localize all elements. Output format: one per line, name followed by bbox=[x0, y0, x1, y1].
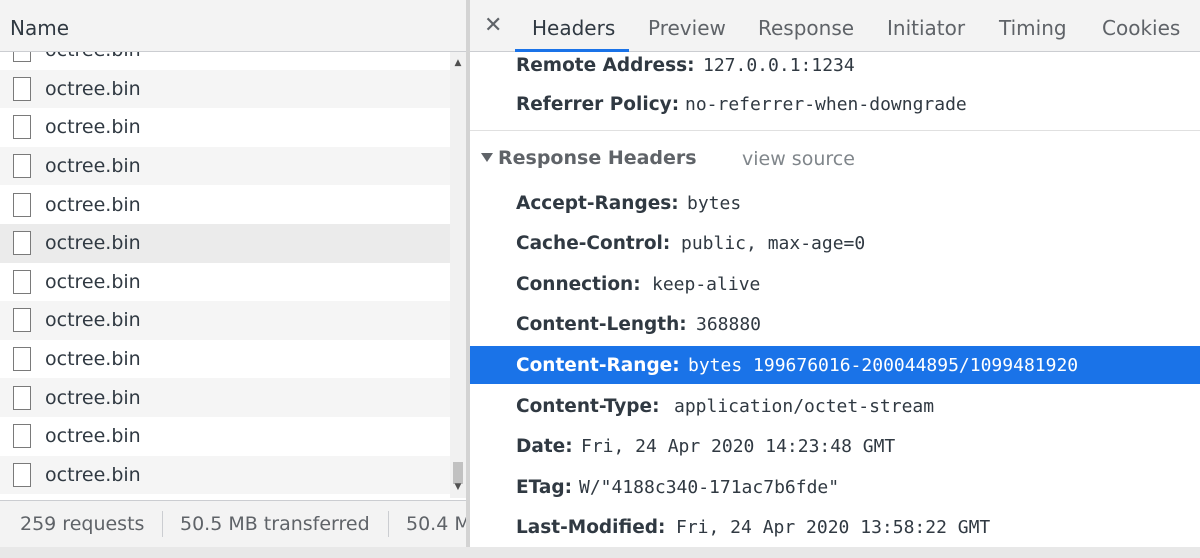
file-name: octree.bin bbox=[45, 193, 141, 216]
transferred-size: 50.5 MB transferred bbox=[180, 513, 370, 535]
resources-size: 50.4 MB resources bbox=[406, 513, 466, 535]
header-value: 368880 bbox=[696, 314, 762, 336]
file-name: octree.bin bbox=[45, 116, 141, 139]
list-scrollbar[interactable]: ▲ ▼ bbox=[450, 52, 466, 498]
scroll-down-arrow-icon[interactable]: ▼ bbox=[450, 479, 466, 495]
response-header-row[interactable]: Accept-Ranges: bytes bbox=[470, 184, 1200, 222]
file-icon bbox=[13, 115, 31, 140]
footer-divider bbox=[162, 511, 163, 537]
list-item[interactable]: octree.bin bbox=[0, 262, 450, 302]
request-details-pane: ✕ Headers Preview Response Initiator Tim… bbox=[470, 0, 1200, 547]
file-icon bbox=[13, 269, 31, 294]
file-icon bbox=[13, 154, 31, 179]
tab-initiator[interactable]: Initiator bbox=[887, 16, 965, 40]
list-item[interactable]: octree.bin bbox=[0, 301, 450, 340]
response-header-row[interactable]: Connection: keep-alive bbox=[470, 265, 1200, 303]
file-name: octree.bin bbox=[45, 232, 141, 255]
header-key: Accept-Ranges: bbox=[516, 192, 679, 214]
scroll-up-arrow-icon[interactable]: ▲ bbox=[450, 55, 466, 71]
list-item[interactable]: octree.bin bbox=[0, 185, 450, 224]
response-header-row[interactable]: ETag: W/"4188c340-171ac7b6fde" bbox=[470, 468, 1200, 506]
header-value: public, max-age=0 bbox=[681, 233, 866, 255]
header-value: 127.0.0.1:1234 bbox=[703, 54, 855, 76]
header-value: Fri, 24 Apr 2020 13:58:22 GMT bbox=[676, 517, 991, 539]
tab-cookies[interactable]: Cookies bbox=[1102, 16, 1180, 40]
header-value: bytes 199676016-200044895/1099481920 bbox=[688, 354, 1079, 376]
tab-preview[interactable]: Preview bbox=[648, 16, 726, 40]
file-name: octree.bin bbox=[45, 309, 141, 332]
list-item[interactable]: octree.bin bbox=[0, 224, 450, 263]
header-key: Remote Address: bbox=[516, 54, 695, 76]
header-key: Connection: bbox=[516, 273, 641, 295]
response-header-row[interactable]: Content-Type: application/octet-stream bbox=[470, 387, 1200, 425]
file-icon bbox=[13, 347, 31, 372]
file-name: octree.bin bbox=[45, 155, 141, 178]
response-header-row[interactable]: Content-Range: bytes 199676016-200044895/… bbox=[470, 346, 1200, 385]
network-summary-bar: 259 requests 50.5 MB transferred 50.4 MB… bbox=[0, 500, 466, 547]
header-key: Cache-Control: bbox=[516, 233, 671, 255]
list-item[interactable]: octree.bin bbox=[0, 52, 450, 70]
tab-headers[interactable]: Headers bbox=[532, 16, 615, 40]
header-value: Fri, 24 Apr 2020 14:23:48 GMT bbox=[581, 436, 896, 458]
file-icon bbox=[13, 231, 31, 256]
file-name: octree.bin bbox=[45, 270, 141, 293]
list-item[interactable]: octree.bin bbox=[0, 146, 450, 186]
list-item[interactable]: octree.bin bbox=[0, 69, 450, 109]
requests-count: 259 requests bbox=[20, 513, 145, 535]
file-icon bbox=[13, 424, 31, 449]
file-icon bbox=[13, 385, 31, 410]
response-header-row[interactable]: Date: Fri, 24 Apr 2020 14:23:48 GMT bbox=[470, 428, 1200, 466]
footer-divider bbox=[388, 511, 389, 537]
header-key: Content-Range: bbox=[516, 354, 680, 376]
file-name: octree.bin bbox=[45, 77, 141, 100]
file-icon bbox=[13, 462, 31, 487]
header-key: Date: bbox=[516, 436, 573, 458]
list-item[interactable]: octree.bin bbox=[0, 339, 450, 379]
header-key: Content-Type: bbox=[516, 395, 660, 417]
tab-timing[interactable]: Timing bbox=[999, 16, 1067, 40]
general-header-row[interactable]: Remote Address: 127.0.0.1:1234 bbox=[470, 46, 1200, 84]
headers-content: Remote Address: 127.0.0.1:1234 Referrer … bbox=[470, 52, 1200, 547]
list-item[interactable]: octree.bin bbox=[0, 455, 450, 495]
section-divider bbox=[470, 130, 1200, 131]
file-name: octree.bin bbox=[45, 386, 141, 409]
name-column-header[interactable]: Name bbox=[0, 0, 466, 52]
file-name: octree.bin bbox=[45, 52, 141, 61]
file-icon bbox=[13, 76, 31, 101]
header-value: no-referrer-when-downgrade bbox=[685, 93, 967, 115]
close-icon[interactable]: ✕ bbox=[484, 13, 502, 38]
response-header-row[interactable]: Content-Length: 368880 bbox=[470, 306, 1200, 344]
file-icon bbox=[13, 52, 31, 63]
header-key: Last-Modified: bbox=[516, 517, 666, 539]
view-source-link[interactable]: view source bbox=[742, 148, 855, 170]
name-column-label: Name bbox=[10, 16, 70, 40]
response-header-row[interactable]: Cache-Control: public, max-age=0 bbox=[470, 225, 1200, 263]
header-value: application/octet-stream bbox=[674, 395, 935, 417]
request-list-pane: Name octree.bin octree.bin octree.bin octre… bbox=[0, 0, 466, 558]
general-header-row[interactable]: Referrer Policy: no-referrer-when-downgr… bbox=[470, 85, 1200, 123]
response-header-row[interactable]: Last-Modified: Fri, 24 Apr 2020 13:58:22 … bbox=[470, 509, 1200, 547]
list-item[interactable]: octree.bin bbox=[0, 378, 450, 417]
header-value: bytes bbox=[687, 192, 742, 214]
list-item[interactable]: octree.bin bbox=[0, 417, 450, 456]
window-bottom-edge bbox=[0, 547, 1200, 558]
details-tabbar: ✕ Headers Preview Response Initiator Tim… bbox=[470, 0, 1200, 52]
header-key: Referrer Policy: bbox=[516, 93, 680, 115]
header-key: ETag: bbox=[516, 476, 572, 498]
header-value: keep-alive bbox=[652, 273, 761, 295]
request-list[interactable]: octree.bin octree.bin octree.bin octree.bin… bbox=[0, 52, 450, 498]
header-value: W/"4188c340-171ac7b6fde" bbox=[579, 476, 840, 498]
tab-response[interactable]: Response bbox=[758, 16, 854, 40]
file-name: octree.bin bbox=[45, 348, 141, 371]
file-name: octree.bin bbox=[45, 425, 141, 448]
file-name: octree.bin bbox=[45, 463, 141, 486]
list-item[interactable]: octree.bin bbox=[0, 108, 450, 147]
file-icon bbox=[13, 308, 31, 333]
response-headers-title[interactable]: Response Headers bbox=[480, 147, 697, 169]
header-key: Content-Length: bbox=[516, 314, 687, 336]
file-icon bbox=[13, 192, 31, 217]
